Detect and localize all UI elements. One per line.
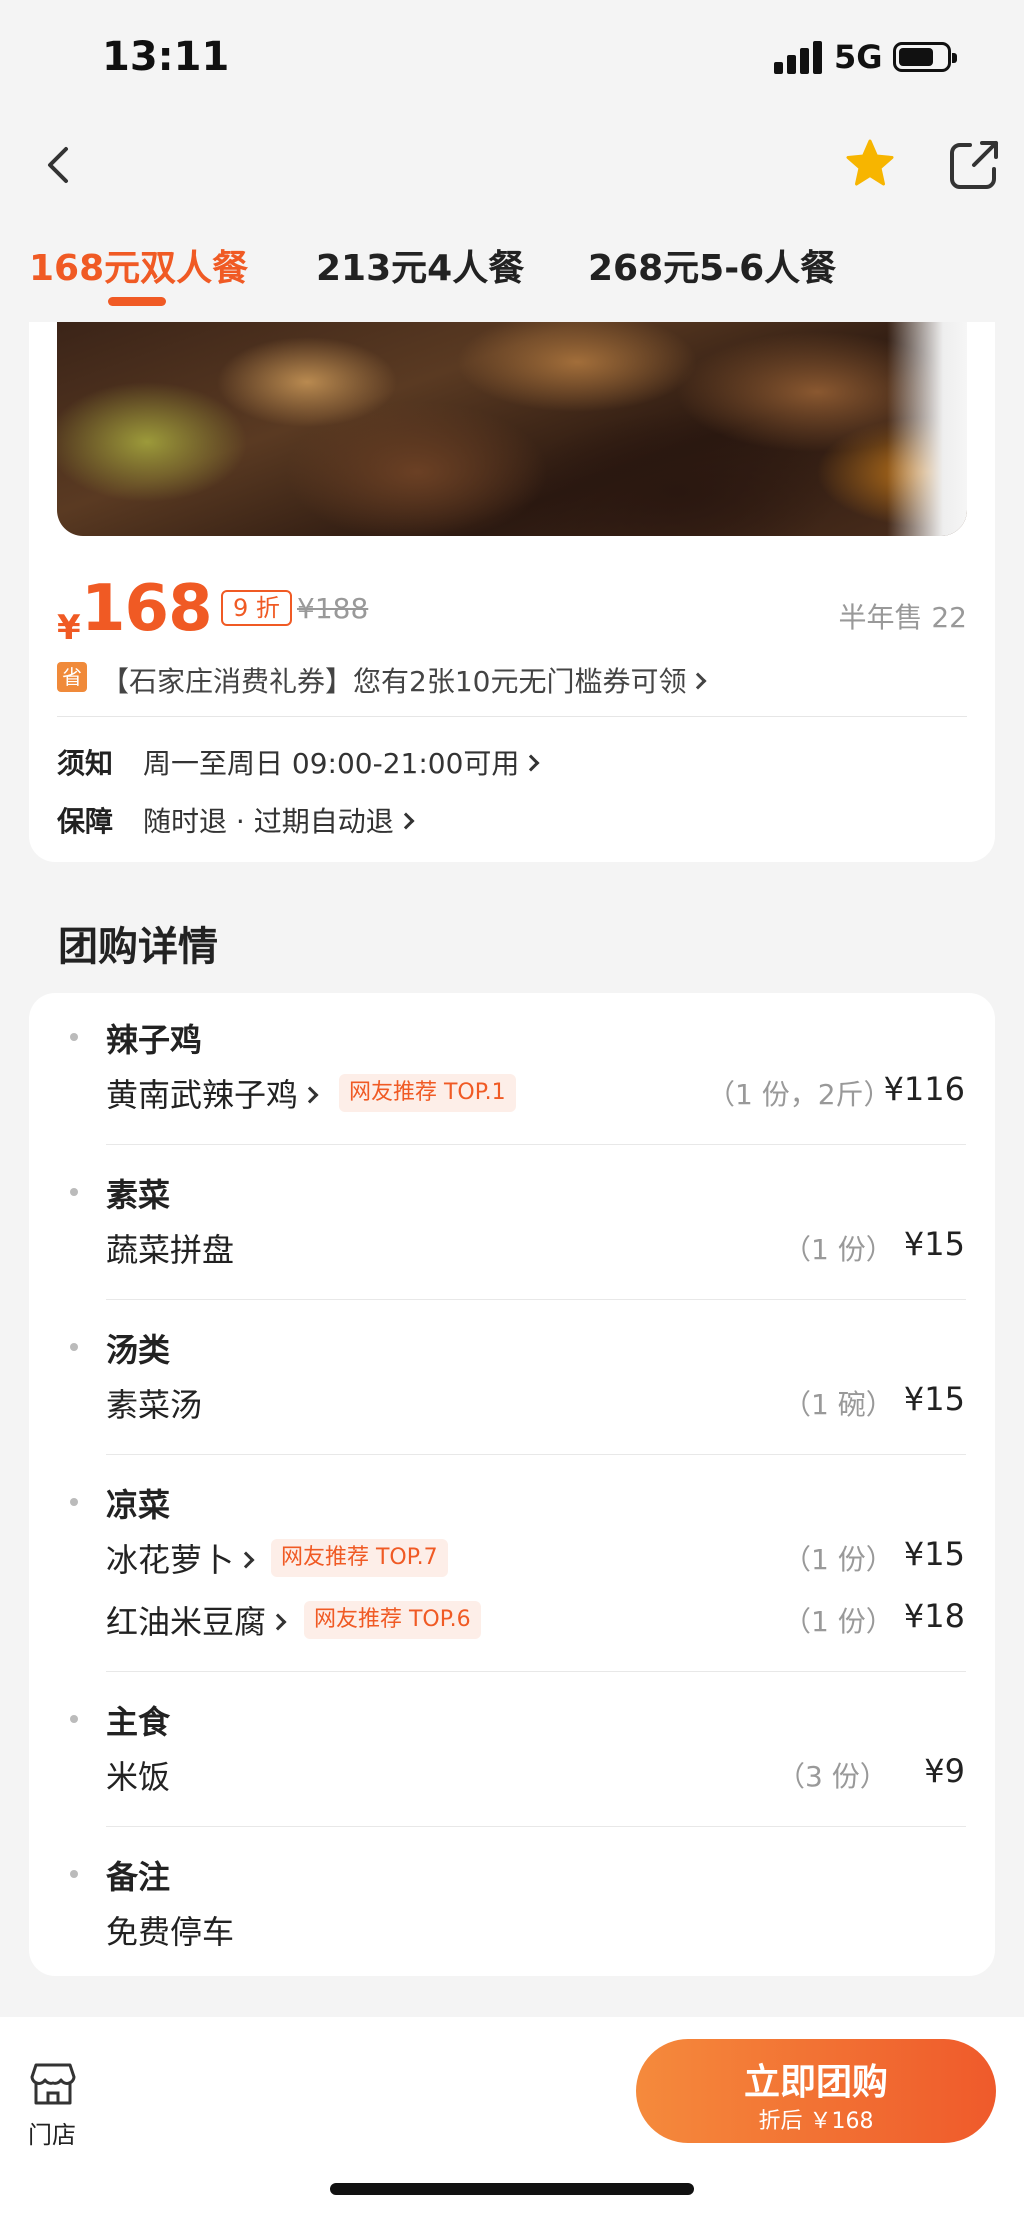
bullet [70, 1188, 78, 1196]
favorite-button[interactable] [840, 135, 900, 195]
buy-now-subtext: 折后 ￥168 [758, 2109, 874, 2134]
item-quantity: （1 份） [783, 1543, 894, 1576]
item-price: ¥15 [903, 1535, 965, 1573]
divider [106, 1299, 966, 1300]
chevron-right-icon [237, 1551, 255, 1569]
item-price: ¥15 [903, 1225, 965, 1263]
bullet [70, 1498, 78, 1506]
coupon-row[interactable]: 省 【石家庄消费礼券】您有2张10元无门槛券可领 [57, 658, 967, 698]
item-name: 红油米豆腐 [106, 1603, 267, 1641]
guarantee-row[interactable]: 保障 随时退 · 过期自动退 [57, 800, 967, 840]
item-quantity: （3 份） [777, 1760, 888, 1793]
guarantee-value: 随时退 · 过期自动退 [143, 805, 394, 838]
section-title-details: 团购详情 [58, 924, 218, 970]
deal-price: 168 [81, 572, 213, 646]
item-quantity: （1 份，2斤） [707, 1078, 892, 1111]
item-name: 蔬菜拼盘 [106, 1231, 235, 1269]
divider [106, 1454, 966, 1455]
nav-bar [0, 115, 1024, 215]
tab-package-1[interactable]: 168元双人餐 [29, 239, 248, 291]
coupon-icon: 省 [57, 662, 87, 692]
menu-item-link[interactable]: 冰花萝卜 [106, 1535, 255, 1581]
menu-item-link[interactable]: 红油米豆腐 [106, 1597, 287, 1643]
back-button[interactable] [30, 135, 90, 195]
item-price: ¥15 [903, 1380, 965, 1418]
store-icon [30, 2063, 76, 2105]
discount-badge: 9 折 [221, 590, 292, 626]
category-title: 凉菜 [106, 1486, 171, 1524]
item-quantity: （1 份） [783, 1233, 894, 1266]
coupon-text: 【石家庄消费礼券】您有2张10元无门槛券可领 [101, 665, 687, 698]
notice-label: 须知 [57, 747, 114, 780]
sold-count: 半年售 22 [838, 601, 967, 634]
item-price: ¥9 [924, 1752, 965, 1790]
signal-icon [774, 38, 824, 74]
remark-text: 免费停车 [106, 1913, 235, 1951]
chevron-right-icon [301, 1086, 319, 1104]
item-quantity: （1 份） [783, 1605, 894, 1638]
share-button[interactable] [944, 135, 1004, 195]
chevron-right-icon [397, 812, 415, 830]
dish-photo[interactable] [57, 322, 967, 536]
category-title: 素菜 [106, 1176, 171, 1214]
tab-package-2[interactable]: 213元4人餐 [316, 239, 524, 291]
price-row: ¥ 168 9 折 ¥188 半年售 22 [57, 570, 967, 650]
divider [106, 1144, 966, 1145]
divider [57, 716, 967, 717]
buy-now-label: 立即团购 [743, 2062, 888, 2103]
recommend-tag: 网友推荐 TOP.1 [339, 1074, 516, 1112]
original-price: ¥188 [297, 592, 369, 625]
currency-symbol: ¥ [57, 608, 81, 648]
divider [106, 1671, 966, 1672]
status-bar: 13:11 5G [0, 0, 1024, 115]
item-name: 米饭 [106, 1758, 171, 1796]
recommend-tag: 网友推荐 TOP.7 [271, 1539, 448, 1577]
store-label: 门店 [28, 2121, 76, 2149]
category-title: 主食 [106, 1703, 171, 1741]
menu-item-link[interactable]: 黄南武辣子鸡 [106, 1070, 319, 1116]
item-name: 素菜汤 [106, 1386, 203, 1424]
item-quantity: （1 碗） [783, 1388, 894, 1421]
bullet [70, 1033, 78, 1041]
notice-value: 周一至周日 09:00-21:00可用 [143, 747, 520, 780]
notice-row[interactable]: 须知 周一至周日 09:00-21:00可用 [57, 742, 967, 782]
home-indicator [330, 2183, 694, 2195]
item-name: 黄南武辣子鸡 [106, 1076, 299, 1114]
chevron-right-icon [522, 754, 540, 772]
item-price: ¥18 [903, 1597, 965, 1635]
share-icon [950, 141, 998, 189]
divider [106, 1826, 966, 1827]
star-icon [846, 139, 894, 186]
category-title: 汤类 [106, 1331, 171, 1369]
bullet [70, 1870, 78, 1878]
details-card: 辣子鸡 黄南武辣子鸡 网友推荐 TOP.1 （1 份，2斤） ¥116 素菜 蔬… [29, 993, 995, 1976]
bottom-bar: 门店 立即团购 折后 ￥168 [0, 2017, 1024, 2215]
chevron-left-icon [48, 147, 68, 183]
chevron-right-icon [689, 672, 707, 690]
guarantee-label: 保障 [57, 805, 114, 838]
battery-icon [893, 42, 957, 72]
package-tabs: 168元双人餐 213元4人餐 268元5-6人餐 [0, 225, 1024, 325]
product-card: ¥ 168 9 折 ¥188 半年售 22 省 【石家庄消费礼券】您有2张10元… [29, 322, 995, 862]
tab-active-indicator [108, 297, 166, 306]
buy-now-button[interactable]: 立即团购 折后 ￥168 [636, 2039, 996, 2143]
bullet [70, 1715, 78, 1723]
recommend-tag: 网友推荐 TOP.6 [304, 1601, 481, 1639]
chevron-right-icon [269, 1613, 287, 1631]
category-title: 备注 [106, 1858, 171, 1896]
tab-package-3[interactable]: 268元5-6人餐 [588, 239, 836, 291]
item-price: ¥116 [883, 1070, 965, 1108]
category-title: 辣子鸡 [106, 1021, 203, 1059]
network-type: 5G [834, 38, 883, 76]
store-button[interactable]: 门店 [24, 2061, 84, 2161]
status-time: 13:11 [102, 34, 230, 80]
bullet [70, 1343, 78, 1351]
item-name: 冰花萝卜 [106, 1541, 235, 1579]
